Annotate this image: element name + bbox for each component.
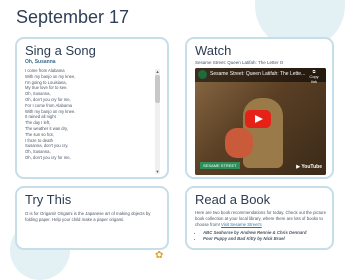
try-this-card: Try This O is for Origami! Origami is th…	[15, 186, 169, 250]
sing-a-song-card: Sing a Song Oh, Susanna I come from Alab…	[15, 37, 169, 179]
scrollbar-thumb[interactable]	[155, 75, 160, 103]
activity-text: O is for Origami! Origami is the Japanes…	[25, 211, 151, 222]
book-list: ABC Seahorse by Andrew Rennie & Chris De…	[195, 230, 328, 242]
flower-decoration-icon: ✿	[155, 250, 164, 261]
lyrics-scrollbar[interactable]: ▲ ▼	[155, 69, 160, 174]
page-title: September 17	[16, 7, 130, 27]
read-a-book-card: Read a Book Here are two book recommenda…	[185, 186, 334, 250]
youtube-logo[interactable]: ▶ YouTube	[296, 164, 322, 170]
scroll-up-icon[interactable]: ▲	[155, 69, 160, 74]
video-topbar: Sesame Street: Queen Latifah: The Lette.…	[195, 68, 326, 84]
video-caption: Sesame Street: Queen Latifah: The Letter…	[195, 60, 284, 65]
song-title: Oh, Susanna	[25, 59, 56, 65]
list-item: Poor Puppy and Bad Kitty by Nick Bruel	[203, 236, 328, 242]
card-heading: Sing a Song	[25, 43, 96, 58]
book-intro: Here are two book recommendations for to…	[195, 210, 328, 242]
book-title: ABC Seahorse by Andrew Rennie & Chris De…	[203, 230, 307, 235]
scroll-down-icon[interactable]: ▼	[155, 169, 160, 174]
card-heading: Read a Book	[195, 192, 271, 207]
lyric-line: Oh, don't you cry for me,	[25, 154, 71, 160]
video-player[interactable]: Sesame Street: Queen Latifah: The Lette.…	[195, 68, 326, 175]
card-heading: Watch	[195, 43, 232, 58]
video-title[interactable]: Sesame Street: Queen Latifah: The Lette.…	[210, 71, 305, 77]
sesame-street-badge: SESAME STREET	[200, 162, 240, 169]
play-button[interactable]	[245, 110, 271, 128]
video-thumbnail	[225, 128, 253, 158]
lyrics-box[interactable]: I come from Alabama With my banjo on my …	[25, 68, 157, 175]
channel-avatar[interactable]	[198, 70, 207, 79]
watch-card: Watch Sesame Street: Queen Latifah: The …	[185, 37, 334, 179]
library-link[interactable]: Visit Sesame Street's	[221, 222, 262, 227]
card-heading: Try This	[25, 192, 72, 207]
copy-link-button[interactable]: ⧉ Copy link	[306, 69, 322, 84]
copy-link-label: Copy link	[309, 74, 319, 84]
book-title: Poor Puppy and Bad Kitty by Nick Bruel	[203, 236, 285, 241]
